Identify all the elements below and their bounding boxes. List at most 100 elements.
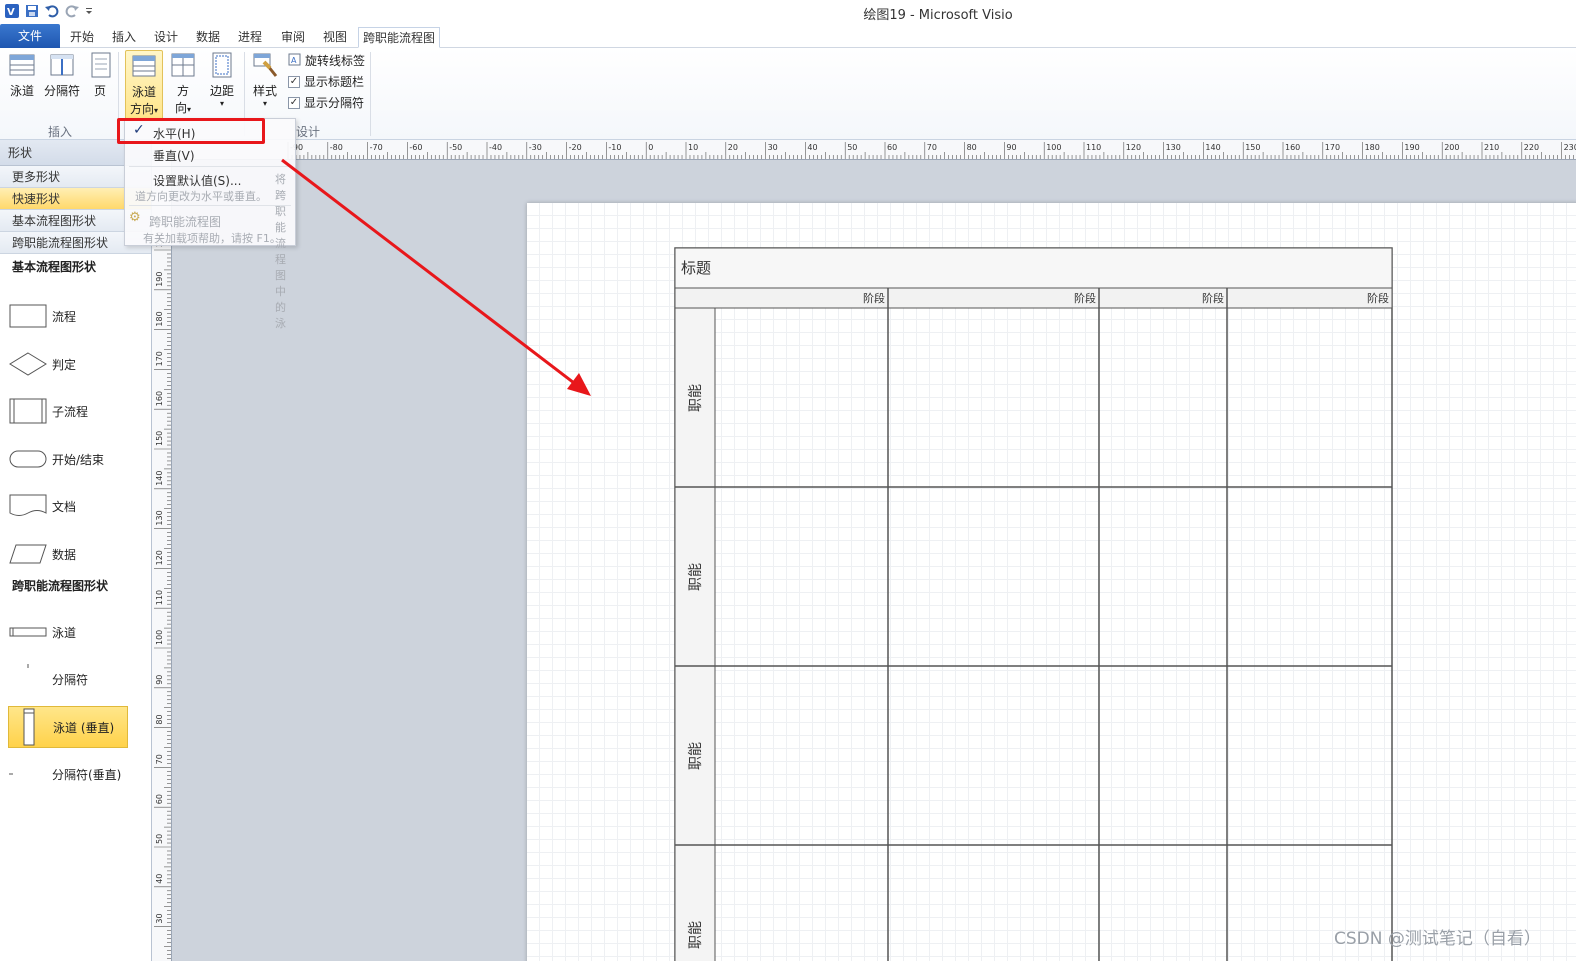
shape-separator[interactable]: 分隔符 — [8, 659, 128, 699]
ruler-tick-label: 0 — [648, 143, 653, 152]
tab-view[interactable]: 视图 — [319, 27, 351, 48]
shape-process[interactable]: 流程 — [8, 296, 128, 336]
terminator-shape-icon — [8, 439, 48, 479]
phase-label[interactable]: 阶段 — [863, 291, 885, 305]
tab-insert[interactable]: 插入 — [108, 27, 140, 48]
chevron-down-icon: ▾ — [187, 105, 192, 114]
tab-file[interactable]: 文件 — [0, 24, 60, 48]
ruler-tick-label: -20 — [569, 143, 582, 152]
ruler-tick-label: -10 — [608, 143, 621, 152]
phase-label[interactable]: 阶段 — [1202, 291, 1224, 305]
horizontal-ruler[interactable]: -90 -80 -70 -60 -50 -40 -30 -20 -10 0 10 20 30 40 50 60… — [152, 140, 1576, 160]
separator-button[interactable]: 分隔符 — [42, 50, 82, 99]
phase-label[interactable]: 阶段 — [1367, 291, 1389, 305]
flowchart-title-bar[interactable] — [674, 247, 1393, 289]
vertical-swimlane-shape-icon — [9, 707, 49, 747]
margin-icon — [207, 50, 237, 80]
insert-group-label: 插入 — [48, 125, 73, 139]
drawing-canvas[interactable]: 标题 阶段 阶段 阶段 阶段 职能 职能 职能 职能 — [172, 160, 1576, 961]
ruler-tick-label: 70 — [927, 143, 937, 152]
flowchart-title[interactable]: 标题 — [681, 259, 711, 277]
ruler-tick-label: 20 — [728, 143, 738, 152]
vertical-separator-shape-icon — [8, 754, 48, 794]
tab-cross-functional-flowchart[interactable]: 跨职能流程图 — [358, 27, 441, 48]
ruler-tick-label: -40 — [489, 143, 502, 152]
shape-swimlane[interactable]: 泳道 — [8, 612, 128, 652]
subprocess-shape-icon — [8, 391, 48, 431]
ruler-tick-label: 40 — [155, 874, 164, 884]
shape-document[interactable]: 文档 — [8, 486, 128, 526]
ruler-tick-label: 40 — [807, 143, 817, 152]
show-separators-checkbox[interactable]: ✓ 显示分隔符 — [288, 94, 364, 111]
show-title-bar-checkbox[interactable]: ✓ 显示标题栏 — [288, 73, 364, 90]
tab-data[interactable]: 数据 — [192, 27, 224, 48]
shape-data[interactable]: 数据 — [8, 534, 128, 574]
page-icon — [86, 50, 116, 80]
margin-button[interactable]: 边距 ▾ — [204, 50, 240, 108]
ruler-tick-label: 30 — [155, 913, 164, 923]
ruler-tick-label: 120 — [1126, 143, 1141, 152]
style-button[interactable]: 样式 ▾ — [248, 50, 282, 108]
phase-label[interactable]: 阶段 — [1074, 291, 1096, 305]
ruler-tick-label: 10 — [688, 143, 698, 152]
shape-decision[interactable]: 判定 — [8, 344, 128, 384]
tab-process[interactable]: 进程 — [234, 27, 266, 48]
lane-direction-icon — [129, 51, 159, 81]
ruler-tick-label: 110 — [1086, 143, 1101, 152]
ruler-tick-label: -60 — [409, 143, 422, 152]
tab-review[interactable]: 审阅 — [277, 27, 309, 48]
ruler-tick-label: 160 — [1285, 143, 1300, 152]
paintbrush-icon — [250, 50, 280, 80]
ruler-tick-label: 100 — [155, 630, 164, 645]
checkbox-checked-icon: ✓ — [288, 96, 300, 109]
vertical-ruler[interactable]: 2001901801701601501401301201101009080706… — [152, 160, 172, 961]
ruler-tick-label: -80 — [330, 143, 343, 152]
menu-divider — [129, 166, 291, 167]
lane-label[interactable]: 职能 — [688, 563, 704, 591]
chevron-down-icon: ▾ — [219, 99, 224, 108]
ribbon-tabs: 文件 开始 插入 设计 数据 进程 审阅 视图 跨职能流程图 — [0, 24, 1576, 48]
lane-label[interactable]: 职能 — [688, 742, 704, 770]
page-button[interactable]: 页 — [86, 50, 114, 99]
drawing-page[interactable]: 标题 阶段 阶段 阶段 阶段 职能 职能 职能 职能 — [527, 203, 1576, 961]
shape-subprocess[interactable]: 子流程 — [8, 391, 128, 431]
rotate-lane-labels-toggle[interactable]: A 旋转线标签 — [288, 52, 365, 69]
document-shape-icon — [8, 486, 48, 526]
horizontal-ruler-ticks: -90 -80 -70 -60 -50 -40 -30 -20 -10 0 10 20 30 40 50 60… — [287, 142, 1576, 159]
ruler-tick-label: 140 — [155, 471, 164, 486]
chevron-down-icon: ▾ — [262, 99, 267, 108]
ruler-tick-label: 80 — [967, 143, 977, 152]
shapes-panel: 形状 更多形状 快速形状 基本流程图形状 跨职能流程图形状 基本流程图形状 流程… — [0, 140, 152, 961]
checkbox-checked-icon: ✓ — [288, 75, 300, 88]
ruler-tick-label: 230 — [1564, 143, 1576, 152]
group-separator — [370, 52, 371, 136]
addin-gear-icon: ⚙ — [129, 210, 141, 225]
shape-separator-vertical[interactable]: 分隔符(垂直) — [8, 754, 128, 794]
ruler-tick-label: 190 — [1404, 143, 1419, 152]
ruler-tick-label: 60 — [155, 794, 164, 804]
lane-label[interactable]: 职能 — [688, 921, 704, 949]
direction-button[interactable]: 方 向▾ — [168, 50, 198, 116]
tab-home[interactable]: 开始 — [66, 27, 98, 48]
menu-item-set-default[interactable]: 设置默认值(S)... — [153, 172, 241, 189]
shape-start-end[interactable]: 开始/结束 — [8, 439, 128, 479]
ruler-tick-label: 50 — [155, 834, 164, 844]
lane-direction-button[interactable]: 泳道 方向▾ — [125, 50, 163, 120]
chevron-down-icon: ▾ — [154, 106, 159, 115]
ruler-tick-label: 180 — [1365, 143, 1380, 152]
ruler-tick-label: 130 — [155, 510, 164, 525]
decision-shape-icon — [8, 344, 48, 384]
flowchart-frame[interactable] — [674, 247, 1393, 961]
swimlane-shape-icon — [8, 612, 48, 652]
shape-swimlane-vertical[interactable]: 泳道 (垂直) — [8, 706, 128, 748]
ruler-tick-label: -70 — [370, 143, 383, 152]
ruler-tick-label: 30 — [768, 143, 778, 152]
cross-functional-flowchart[interactable]: 标题 阶段 阶段 阶段 阶段 职能 职能 职能 职能 — [527, 203, 1576, 961]
title-bar: V 绘图19 - Microsoft Visio — [0, 0, 1576, 24]
menu-item-vertical[interactable]: 垂直(V) — [153, 147, 195, 164]
lane-label[interactable]: 职能 — [688, 384, 704, 412]
tab-design[interactable]: 设计 — [150, 27, 182, 48]
swimlane-button[interactable]: 泳道 — [4, 50, 40, 99]
addin-help-text: 有关加载项帮助，请按 F1。 — [143, 232, 281, 245]
ruler-tick-label: 120 — [155, 550, 164, 565]
